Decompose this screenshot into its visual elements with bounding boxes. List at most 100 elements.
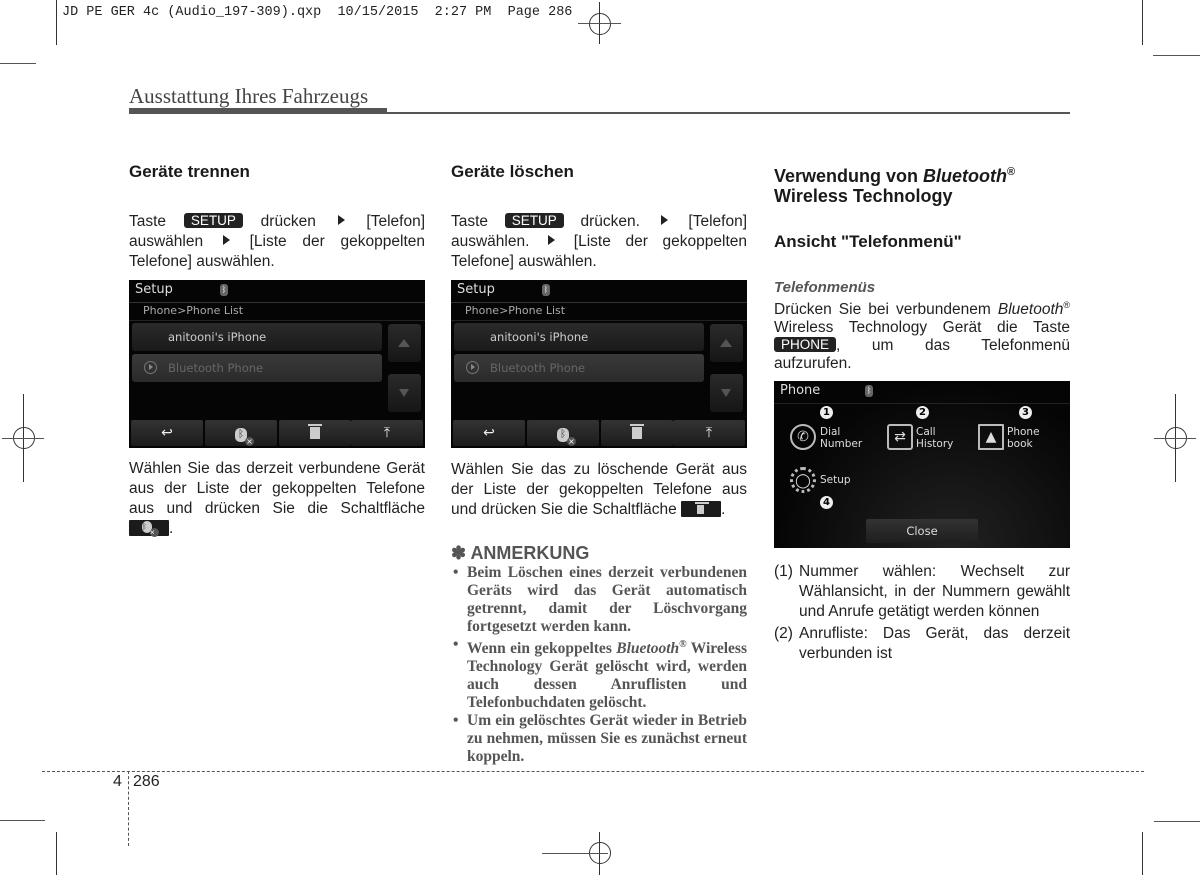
phone-list-item-label: Bluetooth Phone [490, 361, 586, 375]
scroll-down-button[interactable] [388, 374, 421, 412]
body-text: Wählen Sie das zu löschende Gerät aus de… [451, 461, 747, 518]
column-delete: Geräte löschen Taste SETUP drücken. [Tel… [451, 162, 747, 272]
callout-number: 1 [820, 406, 833, 419]
column-disconnect: Geräte trennen Taste SETUP drücken [Tele… [129, 162, 425, 272]
menu-label: Phone book [1007, 426, 1040, 450]
note-item: Wenn ein gekoppeltes Bluetooth® Wireless… [451, 636, 747, 712]
phone-list-item[interactable]: anitooni's iPhone [132, 323, 382, 351]
subsection-heading: Ansicht "Telefonmenü" [774, 232, 962, 251]
crop-mark [1142, 832, 1143, 875]
running-head: Ausstattung Ihres Fahrzeugs [129, 84, 369, 108]
registration-mark [589, 13, 611, 35]
menu-label: Dial Number [820, 426, 863, 450]
disconnect-instructions: Wählen Sie das derzeit verbundene Gerät … [129, 459, 425, 539]
instruction-text: Taste SETUP drücken [Telefon] auswählen … [129, 213, 426, 270]
phone-list-item-label: Bluetooth Phone [168, 361, 264, 375]
list-item: (1) Nummer wählen: Wechselt zur Wählansic… [774, 563, 1070, 620]
registration-mark [2, 438, 44, 439]
setup-phone-list-screen: Setup ᛒ Phone>Phone List anitooni's iPho… [129, 280, 425, 448]
gear-icon: ◯ [790, 467, 816, 493]
delete-button[interactable] [601, 420, 673, 446]
divider [129, 302, 425, 303]
crop-mark [1142, 0, 1143, 45]
disconnect-button[interactable]: ᛒ [527, 420, 599, 446]
trash-icon [308, 424, 322, 439]
asterisk-icon: ✽ [451, 543, 467, 563]
note-title: ✽ ANMERKUNG [451, 543, 590, 563]
divider [451, 320, 747, 321]
phone-list-item[interactable]: Bluetooth Phone [454, 354, 704, 382]
setup-key-badge: SETUP [183, 213, 243, 228]
instruction-text: Taste SETUP drücken. [Telefon] auswählen… [451, 213, 748, 270]
callout-number: 2 [916, 406, 929, 419]
bluetooth-icon: ᛒ [220, 284, 228, 296]
play-icon [466, 361, 479, 374]
bluetooth-disconnect-icon: ᛒ [129, 520, 169, 537]
page-number: 286 [133, 773, 160, 790]
phone-list-item-label: anitooni's iPhone [168, 330, 267, 344]
scroll-up-button[interactable] [710, 324, 743, 362]
divider [451, 302, 747, 303]
footer-divider [128, 771, 129, 846]
move-top-button[interactable]: ⤒ [351, 420, 423, 446]
call-history-icon: ⇄ [887, 424, 913, 450]
callout-number: 4 [820, 496, 833, 509]
move-top-button[interactable]: ⤒ [673, 420, 745, 446]
move-top-icon: ⤒ [383, 425, 391, 441]
registration-mark [542, 853, 608, 854]
bluetooth-disconnect-icon: ᛒ [557, 428, 576, 446]
callout-list: (1) Nummer wählen: Wechselt zur Wählansic… [774, 562, 1070, 666]
chevron-down-icon [721, 389, 731, 397]
list-item: (2) Anrufliste: Das Gerät, das derzeit ve… [774, 625, 1070, 662]
back-button[interactable]: ↩ [453, 420, 525, 446]
chevron-up-icon [720, 339, 732, 347]
delete-instructions: Wählen Sie das zu löschende Gerät aus de… [451, 460, 747, 520]
section-heading: Geräte trennen [129, 162, 250, 181]
scroll-down-button[interactable] [710, 374, 743, 412]
bluetooth-icon: ᛒ [865, 385, 873, 397]
disconnect-button[interactable]: ᛒ [205, 420, 277, 446]
setup-phone-list-screen: Setup ᛒ Phone>Phone List anitooni's iPho… [451, 280, 747, 448]
callout-number: 3 [1019, 406, 1032, 419]
registration-mark [1154, 438, 1196, 439]
back-button[interactable]: ↩ [131, 420, 203, 446]
phone-list-item[interactable]: Bluetooth Phone [132, 354, 382, 382]
crop-mark [1153, 55, 1200, 56]
note-item: Um ein gelöschtes Gerät wieder in Betrie… [451, 712, 747, 766]
note-box: ✽ ANMERKUNG Beim Löschen eines derzeit v… [451, 543, 747, 766]
footer-rule [42, 771, 1144, 772]
bluetooth-icon: ᛒ [542, 284, 550, 296]
divider [129, 320, 425, 321]
crop-mark [56, 0, 57, 45]
note-list: Beim Löschen eines derzeit verbundenen G… [451, 564, 747, 766]
crop-mark [0, 63, 36, 64]
phone-list-item[interactable]: anitooni's iPhone [454, 323, 704, 351]
scroll-up-button[interactable] [388, 324, 421, 362]
column-phone-menu: Verwendung von Bluetooth® Wireless Techno… [774, 162, 1070, 373]
screen-title: Phone [780, 383, 821, 398]
divider [774, 403, 1070, 404]
close-button[interactable]: Close [866, 519, 978, 543]
body-text: Wählen Sie das derzeit verbundene Gerät … [129, 459, 425, 539]
print-slug: JD PE GER 4c (Audio_197-309).qxp 10/15/2… [62, 5, 573, 20]
setup-key-badge: SETUP [504, 213, 564, 228]
phone-handset-icon: ✆ [790, 424, 816, 450]
body-text: Drücken Sie bei verbundenem Bluetooth® W… [774, 300, 1071, 373]
phone-menu-screen: Phone ᛒ 1 ✆ Dial Number 2 ⇄ Call History 3… [774, 381, 1070, 548]
chevron-up-icon [398, 339, 410, 347]
breadcrumb: Phone>Phone List [143, 304, 244, 317]
section-heading: Geräte löschen [451, 162, 574, 181]
numbered-list: (1) Nummer wählen: Wechselt zur Wählansic… [774, 562, 1070, 664]
arrow-right-icon [337, 215, 345, 225]
crop-mark [0, 820, 45, 821]
bluetooth-disconnect-icon: ᛒ [235, 428, 254, 446]
delete-button[interactable] [279, 420, 351, 446]
back-icon: ↩ [483, 425, 495, 441]
phonebook-icon: ▲ [978, 424, 1004, 450]
note-item: Beim Löschen eines derzeit verbundenen G… [451, 564, 747, 636]
arrow-right-icon [660, 215, 668, 225]
move-top-icon: ⤒ [705, 425, 713, 441]
registration-mark [578, 23, 621, 24]
screen-title: Setup [457, 282, 495, 297]
menu-label: Setup [820, 474, 851, 486]
